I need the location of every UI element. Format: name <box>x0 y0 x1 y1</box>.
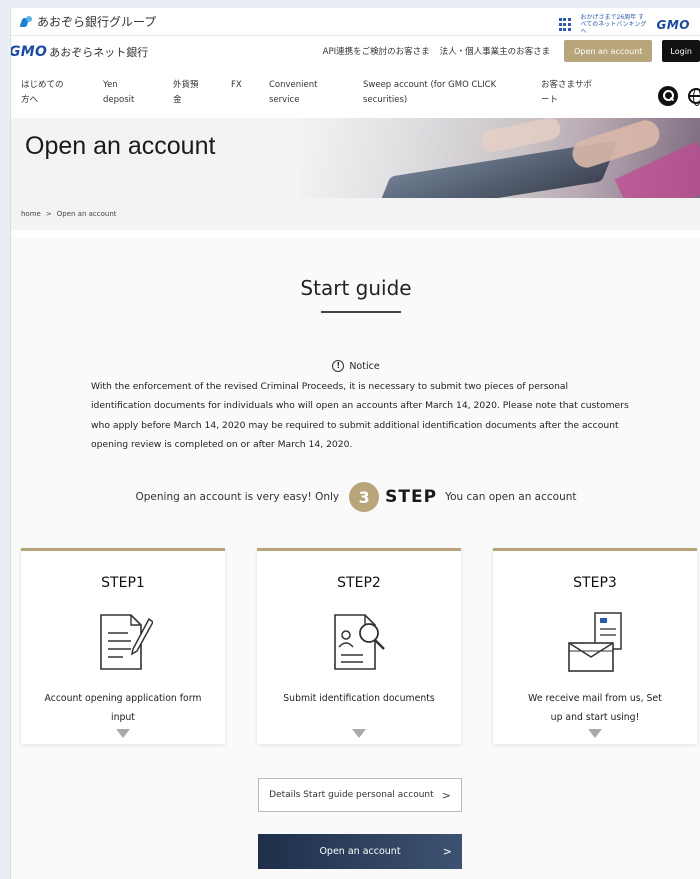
step-prefix: Opening an account is very easy! Only <box>135 491 340 503</box>
search-icon[interactable] <box>658 86 678 106</box>
nav-item-fx[interactable]: FX <box>231 78 242 93</box>
brand-logo[interactable]: GMO あおぞらネット銀行 <box>10 44 149 60</box>
step-card-3: STEP3 We receive mail from us, Set up an… <box>493 548 697 744</box>
step-number-badge: 3 <box>349 482 380 512</box>
aozora-logo-icon <box>21 15 33 28</box>
details-start-guide-button[interactable]: Details Start guide personal account > <box>258 778 462 812</box>
open-account-label: Open an account <box>319 846 401 857</box>
step-card-text: Account opening application form input <box>44 693 202 723</box>
chevron-right-icon: > <box>442 845 452 858</box>
brand-bar: GMO あおぞらネット銀行 API連携をご検討のお客さま 法人・個人事業主のお客… <box>11 36 700 68</box>
title-divider <box>321 311 401 313</box>
chevron-down-icon <box>116 729 130 738</box>
gmo-logo[interactable]: GMO <box>657 18 691 32</box>
grid-icon <box>558 17 573 32</box>
brand-bar-links: API連携をご検討のお客さま 法人・個人事業主のお客さま Open an acc… <box>323 40 700 62</box>
corporate-link[interactable]: 法人・個人事業主のお客さま <box>440 45 551 57</box>
page-frame: あおぞら銀行グループ おかげさまで26周年 すべてのネットバンキングへ GMO … <box>10 8 700 879</box>
hero-image <box>301 118 700 198</box>
breadcrumb-current: Open an account <box>56 210 117 218</box>
breadcrumb: home > Open an account <box>11 198 700 230</box>
hero-banner: Open an account <box>11 118 700 198</box>
details-button-label: Details Start guide personal account <box>269 790 434 800</box>
nav-item-convenient-service[interactable]: Convenient service <box>269 78 317 108</box>
form-pen-icon <box>100 614 153 670</box>
globe-icon[interactable] <box>688 88 700 106</box>
step-card-title: STEP1 <box>101 575 145 591</box>
chevron-down-icon <box>352 729 366 738</box>
nav-item-support[interactable]: お客さまサポ ート <box>541 78 592 108</box>
open-account-button[interactable]: Open an account > <box>258 834 462 869</box>
step-card-1: STEP1 Account opening application form i… <box>21 548 225 744</box>
nav-item-yen-deposit[interactable]: Yen deposit <box>103 78 134 108</box>
mail-card-icon <box>568 612 622 672</box>
nav-item-first-time[interactable]: はじめての 方へ <box>21 78 64 108</box>
brand-name: あおぞらネット銀行 <box>49 46 149 59</box>
nav-item-foreign-deposit[interactable]: 外貨預 金 <box>173 78 199 108</box>
notice-text: With the enforcement of the revised Crim… <box>91 381 629 450</box>
chevron-down-icon <box>588 729 602 738</box>
step-card-title: STEP3 <box>573 575 617 591</box>
group-logo[interactable]: あおぞら銀行グループ <box>21 13 156 30</box>
hand-shape <box>479 118 563 155</box>
start-guide-section: Start guide ! Notice With the enforcemen… <box>11 238 700 879</box>
breadcrumb-separator: > <box>45 210 52 218</box>
step-card-text: Submit identification documents <box>283 693 435 704</box>
brand-gmo: GMO <box>10 44 48 60</box>
anniversary-text: おかげさまで26周年 すべてのネットバンキングへ <box>580 14 647 35</box>
chevron-right-icon: > <box>441 788 451 802</box>
notice-icon: ! <box>332 360 345 372</box>
group-logo-text: あおぞら銀行グループ <box>37 15 157 29</box>
notice-label: Notice <box>349 360 380 372</box>
step-word: STEP <box>385 487 438 507</box>
group-bar-right: おかげさまで26周年 すべてのネットバンキングへ GMO <box>558 14 691 35</box>
step-card-text: We receive mail from us, Set up and star… <box>528 693 662 723</box>
step-card-title: STEP2 <box>337 575 381 591</box>
notice-heading: ! Notice <box>11 360 700 372</box>
api-link[interactable]: API連携をご検討のお客さま <box>323 45 430 57</box>
main-nav: はじめての 方へ Yen deposit 外貨預 金 FX Convenient… <box>11 68 700 118</box>
open-account-top-button[interactable]: Open an account <box>564 40 653 62</box>
group-bar: あおぞら銀行グループ おかげさまで26周年 すべてのネットバンキングへ GMO <box>11 8 700 36</box>
login-button[interactable]: Login <box>662 40 700 62</box>
section-title: Start guide <box>300 276 412 300</box>
breadcrumb-home[interactable]: home <box>21 210 41 218</box>
step-suffix: You can open an account <box>445 491 577 503</box>
nav-icons <box>658 86 700 106</box>
nav-item-sweep-account[interactable]: Sweep account (for GMO CLICK securities) <box>363 78 496 108</box>
document-search-icon <box>334 614 385 670</box>
page-title: Open an account <box>25 132 216 160</box>
step-summary: Opening an account is very easy! Only 3 … <box>11 482 700 512</box>
step-card-2: STEP2 Submit identification documents <box>257 548 461 744</box>
